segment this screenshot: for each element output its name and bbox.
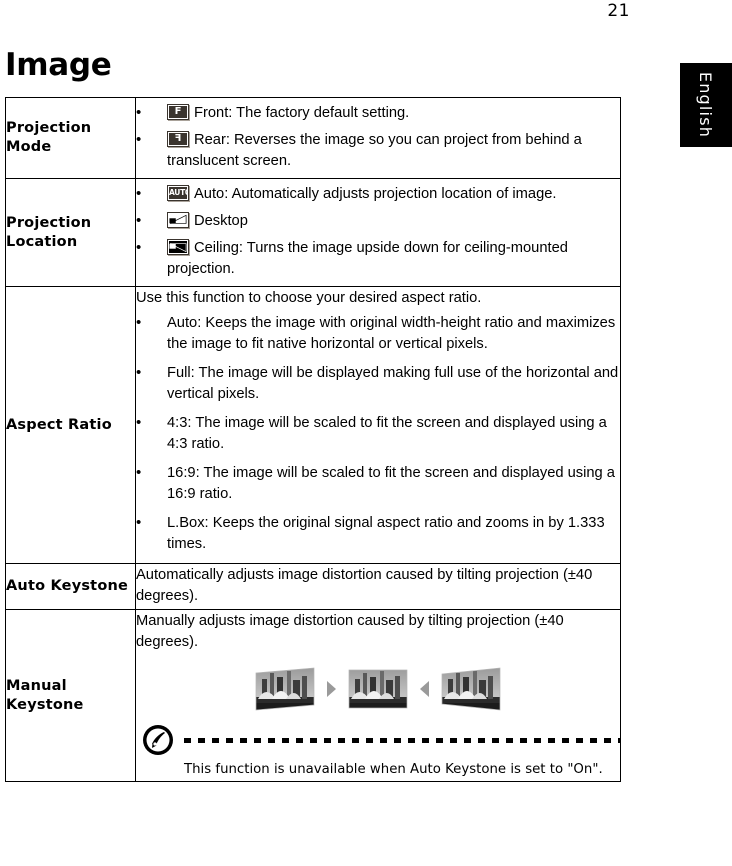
list-item: Full: The image will be displayed making…: [136, 362, 620, 405]
projection-auto-icon: AUTO: [167, 185, 189, 201]
row-label-auto-keystone: Auto Keystone: [5, 563, 136, 610]
acer-note-icon: [143, 725, 173, 755]
keystone-right-svg: [441, 667, 501, 711]
list-item-text: Auto: Automatically adjusts projection l…: [194, 186, 557, 202]
list-item-text: Rear: Reverses the image so you can proj…: [167, 132, 582, 169]
keystone-left-svg: [255, 667, 315, 711]
table-row: Auto Keystone Automatically adjusts imag…: [5, 563, 621, 610]
row-content-projection-mode: F Front: The factory default setting. F …: [135, 97, 621, 179]
row-label-projection-location: Projection Location: [5, 178, 136, 287]
bullet-list: F Front: The factory default setting. F …: [136, 102, 620, 172]
manual-keystone-description: Manually adjusts image distortion caused…: [136, 613, 564, 650]
list-item-text: L.Box: Keeps the original signal aspect …: [167, 515, 605, 552]
row-content-auto-keystone: Automatically adjusts image distortion c…: [135, 563, 621, 610]
list-item: Ceiling: Turns the image upside down for…: [136, 237, 620, 280]
desktop-beam-shape: [169, 214, 187, 226]
projection-desktop-icon: [167, 212, 189, 228]
list-item-text: Full: The image will be displayed making…: [167, 365, 619, 402]
table-row: Projection Location AUTO Auto: Automatic…: [5, 178, 621, 287]
bullet-list: AUTO Auto: Automatically adjusts project…: [136, 183, 620, 280]
table-row: Manual Keystone Manually adjusts image d…: [5, 609, 621, 782]
ceiling-beam-shape: [169, 241, 187, 253]
keystone-arrow-left-icon: [420, 681, 430, 697]
projection-ceiling-icon: [167, 239, 189, 255]
row-content-projection-location: AUTO Auto: Automatically adjusts project…: [135, 178, 621, 287]
keystone-arrow-right-icon: [326, 681, 336, 697]
keystone-distorted-right-image: [440, 667, 502, 711]
list-item: 4:3: The image will be scaled to fit the…: [136, 412, 620, 455]
list-item-text: Desktop: [194, 213, 248, 229]
list-item: Auto: Keeps the image with original widt…: [136, 312, 620, 355]
row-label-aspect-ratio: Aspect Ratio: [5, 286, 136, 564]
row-content-manual-keystone: Manually adjusts image distortion caused…: [135, 609, 621, 782]
auto-keystone-description: Automatically adjusts image distortion c…: [136, 567, 593, 604]
language-tab: English: [680, 63, 732, 147]
projector-rear-icon: F: [167, 131, 189, 147]
table-row: Aspect Ratio Use this function to choose…: [5, 286, 621, 564]
note-dashed-line: [184, 737, 620, 743]
projector-front-icon: F: [167, 104, 189, 120]
row-label-manual-keystone: Manual Keystone: [5, 609, 136, 782]
list-item: F Front: The factory default setting.: [136, 102, 620, 124]
page-title: Image: [5, 47, 112, 83]
keystone-illustration-row: [136, 667, 620, 713]
list-item: L.Box: Keeps the original signal aspect …: [136, 512, 620, 555]
list-item-text: 16:9: The image will be scaled to fit th…: [167, 465, 615, 502]
aspect-ratio-intro: Use this function to choose your desired…: [136, 290, 482, 306]
image-settings-table: Projection Mode F Front: The factory def…: [5, 97, 621, 782]
bullet-list: Auto: Keeps the image with original widt…: [136, 312, 620, 555]
list-item: F Rear: Reverses the image so you can pr…: [136, 129, 620, 172]
keystone-distorted-left-image: [254, 667, 316, 711]
note-block: This function is unavailable when Auto K…: [136, 723, 620, 779]
list-item-text: 4:3: The image will be scaled to fit the…: [167, 415, 607, 452]
row-content-aspect-ratio: Use this function to choose your desired…: [135, 286, 621, 564]
note-divider: [184, 723, 620, 757]
note-text: This function is unavailable when Auto K…: [184, 762, 603, 777]
row-label-projection-mode: Projection Mode: [5, 97, 136, 179]
list-item-text: Auto: Keeps the image with original widt…: [167, 315, 616, 352]
list-item: 16:9: The image will be scaled to fit th…: [136, 462, 620, 505]
list-item: AUTO Auto: Automatically adjusts project…: [136, 183, 620, 205]
list-item-text: Ceiling: Turns the image upside down for…: [167, 240, 568, 277]
page-number: 21: [607, 1, 630, 21]
list-item-text: Front: The factory default setting.: [194, 105, 410, 121]
keystone-center-svg: [348, 669, 408, 709]
keystone-corrected-image: [347, 667, 409, 711]
list-item: Desktop: [136, 210, 620, 232]
table-row: Projection Mode F Front: The factory def…: [5, 97, 621, 179]
language-tab-label: English: [696, 71, 716, 139]
